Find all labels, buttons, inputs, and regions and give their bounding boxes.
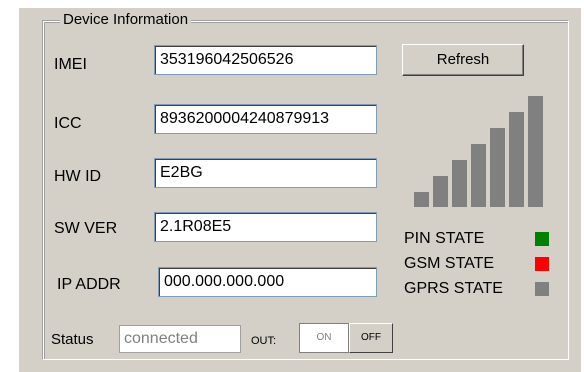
signal-bar-2 [433,176,448,207]
status-field: connected [119,325,241,353]
group-title: Device Information [60,11,192,29]
out-off-button[interactable]: OFF [349,323,393,353]
gprs-state-label: GPRS STATE [404,280,503,297]
hwid-field[interactable]: E2BG [154,158,377,188]
out-on-button[interactable]: ON [299,323,349,353]
signal-bar-5 [490,128,505,207]
hwid-label: HW ID [54,168,102,185]
signal-bar-7 [528,96,543,207]
ipaddr-label: IP ADDR [57,276,121,293]
device-info-window: Device Information IMEI 353196042506526 … [19,8,581,372]
imei-field[interactable]: 353196042506526 [154,45,377,75]
signal-bar-3 [452,160,467,207]
gprs-state-indicator [535,282,549,296]
refresh-button[interactable]: Refresh [402,44,524,76]
pin-state-indicator [535,232,549,246]
icc-field[interactable]: 8936200004240879913 [154,104,377,134]
signal-bar-1 [414,192,429,207]
gsm-state-indicator [535,257,549,271]
status-label: Status [51,331,94,348]
pin-state-label: PIN STATE [404,230,485,247]
swver-label: SW VER [54,220,118,237]
imei-label: IMEI [54,56,87,73]
ipaddr-field[interactable]: 000.000.000.000 [158,267,377,297]
icc-label: ICC [54,115,82,132]
device-information-group: Device Information IMEI 353196042506526 … [43,11,569,360]
signal-strength-indicator [414,96,551,207]
swver-field[interactable]: 2.1R08E5 [154,212,377,242]
out-label: OUT: [251,335,277,347]
signal-bar-6 [509,112,524,207]
signal-bar-4 [471,144,486,207]
gsm-state-label: GSM STATE [404,255,495,272]
